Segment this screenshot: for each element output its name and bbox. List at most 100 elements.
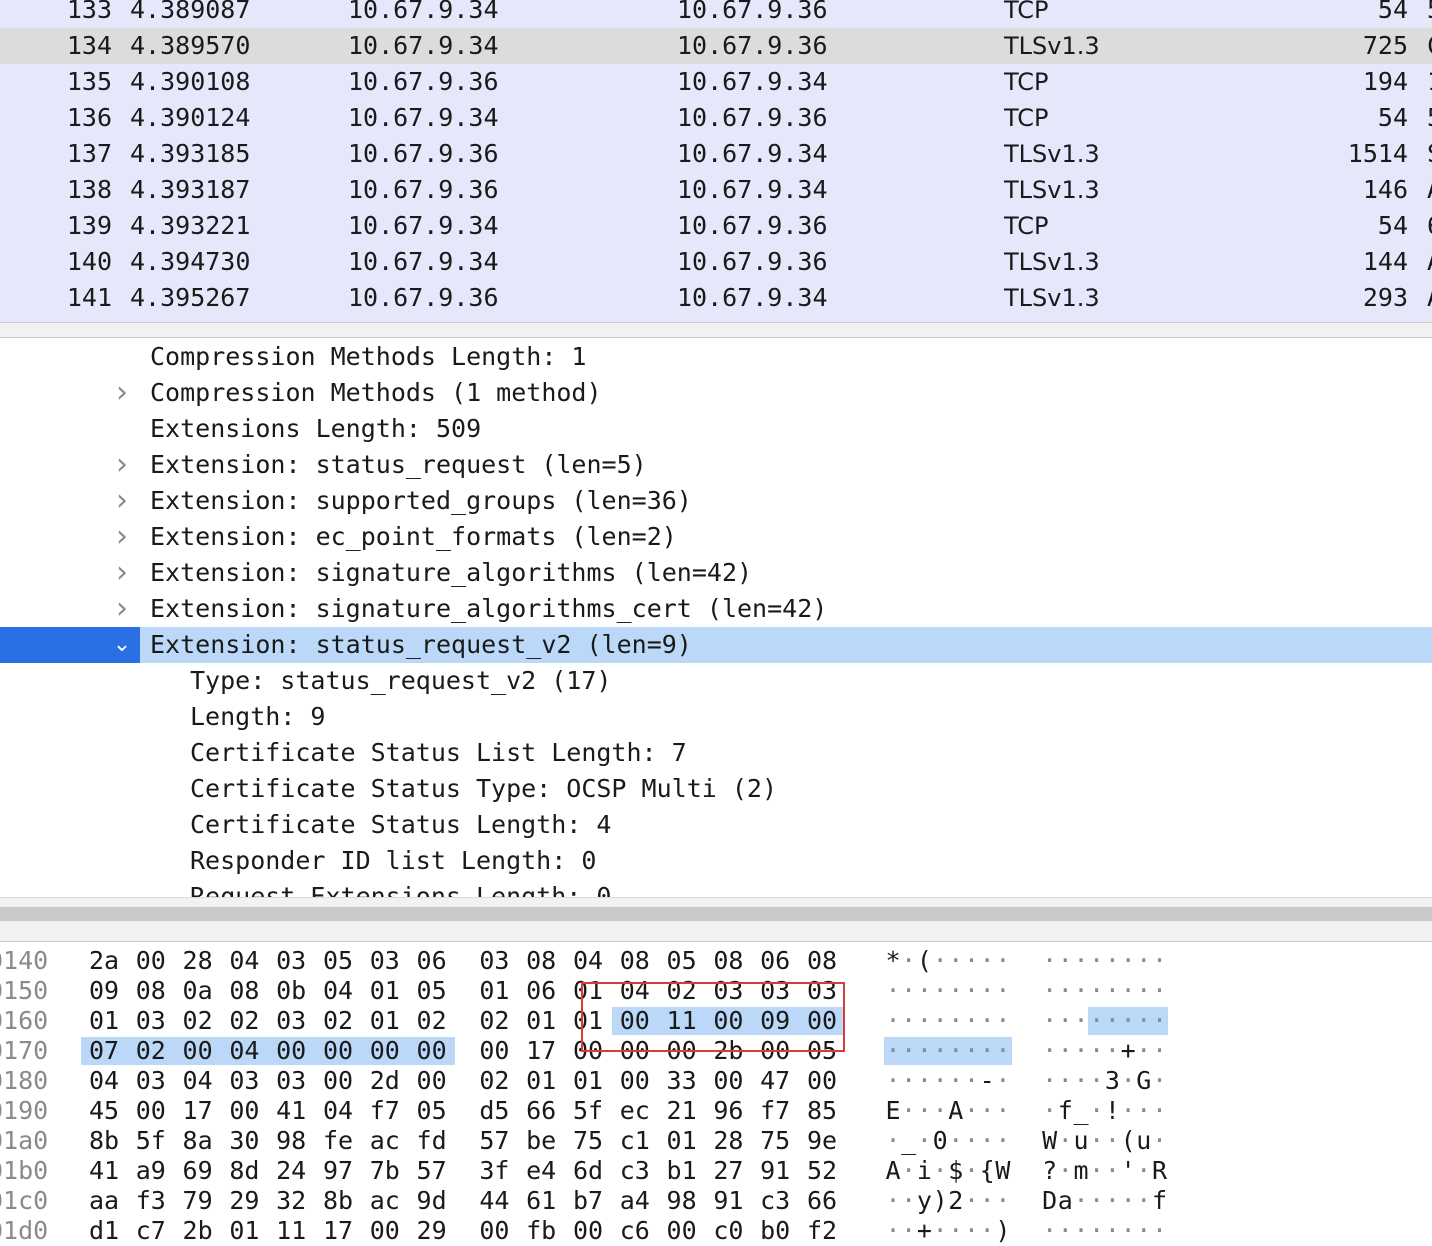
hex-byte[interactable]: c1 bbox=[619, 1126, 651, 1156]
hex-byte[interactable]: 8a bbox=[182, 1126, 214, 1156]
hex-byte[interactable]: 02 bbox=[135, 1036, 167, 1066]
hex-byte[interactable]: ec bbox=[619, 1096, 651, 1126]
hex-byte[interactable]: 00 bbox=[369, 1036, 401, 1066]
hex-byte[interactable]: 03 bbox=[275, 1066, 307, 1096]
hex-byte[interactable]: 33 bbox=[666, 1066, 698, 1096]
hex-byte[interactable]: 08 bbox=[228, 976, 260, 1006]
hex-byte[interactable]: 5f bbox=[135, 1126, 167, 1156]
hex-byte[interactable]: 91 bbox=[712, 1186, 744, 1216]
hex-byte[interactable]: 30 bbox=[228, 1126, 260, 1156]
hex-byte[interactable]: 08 bbox=[806, 946, 838, 976]
hex-byte[interactable]: 5f bbox=[572, 1096, 604, 1126]
hex-byte[interactable]: 61 bbox=[525, 1186, 557, 1216]
hex-byte[interactable]: 03 bbox=[275, 946, 307, 976]
packet-row[interactable]: 136 4.390124 10.67.9.34 10.67.9.36 TCP 54 5 bbox=[0, 100, 1432, 136]
hex-byte[interactable]: 00 bbox=[666, 1216, 698, 1246]
tree-item[interactable]: Certificate Status List Length: 7 bbox=[0, 735, 1432, 771]
tree-item[interactable]: Responder ID list Length: 0 bbox=[0, 843, 1432, 879]
tree-item[interactable]: › Extension: supported_groups (len=36) bbox=[0, 483, 1432, 519]
splitter-grip[interactable] bbox=[0, 907, 1432, 921]
hex-byte[interactable]: 04 bbox=[88, 1066, 120, 1096]
chevron-right-icon[interactable]: › bbox=[112, 483, 132, 519]
hex-byte[interactable]: 97 bbox=[322, 1156, 354, 1186]
hex-byte[interactable]: 04 bbox=[182, 1066, 214, 1096]
hex-byte[interactable]: 17 bbox=[182, 1096, 214, 1126]
hex-byte[interactable]: 02 bbox=[228, 1006, 260, 1036]
hex-byte[interactable]: 05 bbox=[416, 976, 448, 1006]
hex-byte[interactable]: fe bbox=[322, 1126, 354, 1156]
hex-byte[interactable]: 27 bbox=[712, 1156, 744, 1186]
hex-byte[interactable]: 96 bbox=[712, 1096, 744, 1126]
hex-byte[interactable]: 75 bbox=[759, 1126, 791, 1156]
tree-item[interactable]: Certificate Status Type: OCSP Multi (2) bbox=[0, 771, 1432, 807]
ascii-dump[interactable]: · · · · · · · · · · · · · · · · bbox=[885, 976, 1167, 1006]
hex-byte[interactable]: 01 bbox=[88, 1006, 120, 1036]
tree-item[interactable]: › Compression Methods (1 method) bbox=[0, 375, 1432, 411]
hex-byte[interactable]: 17 bbox=[322, 1216, 354, 1246]
hex-byte[interactable]: 00 bbox=[416, 1066, 448, 1096]
hex-byte[interactable]: 00 bbox=[135, 946, 167, 976]
hex-byte[interactable]: 41 bbox=[275, 1096, 307, 1126]
hex-byte[interactable]: 05 bbox=[322, 946, 354, 976]
hex-byte[interactable]: 02 bbox=[182, 1006, 214, 1036]
hex-byte[interactable]: 52 bbox=[806, 1156, 838, 1186]
hex-byte[interactable]: 24 bbox=[275, 1156, 307, 1186]
ascii-dump[interactable]: · · + · · · ·) · · · · · · · · bbox=[885, 1216, 1167, 1246]
hex-byte[interactable]: 00 bbox=[322, 1066, 354, 1096]
hex-byte[interactable]: 00 bbox=[478, 1036, 510, 1066]
hex-byte[interactable]: 07 bbox=[88, 1036, 120, 1066]
hex-byte[interactable]: 98 bbox=[666, 1186, 698, 1216]
hex-byte[interactable]: f7 bbox=[759, 1096, 791, 1126]
hex-byte[interactable]: 01 bbox=[572, 1066, 604, 1096]
hex-byte[interactable]: f7 bbox=[369, 1096, 401, 1126]
packet-details-tree[interactable]: Compression Methods Length: 1 › Compressio… bbox=[0, 339, 1432, 897]
hex-byte[interactable]: 2b bbox=[182, 1216, 214, 1246]
hex-byte[interactable]: 02 bbox=[322, 1006, 354, 1036]
hex-byte[interactable]: 00 bbox=[806, 1066, 838, 1096]
hex-byte[interactable]: 17 bbox=[525, 1036, 557, 1066]
hex-byte[interactable]: 7b bbox=[369, 1156, 401, 1186]
hex-byte[interactable]: 08 bbox=[525, 946, 557, 976]
hex-byte[interactable]: 00 bbox=[619, 1066, 651, 1096]
ascii-dump[interactable]: E · · · A · · · · f _ ·! · · · bbox=[885, 1096, 1167, 1126]
ascii-dump[interactable]: · _ · 0 · · · · W · u · ·(u · bbox=[885, 1126, 1167, 1156]
hex-byte[interactable]: 32 bbox=[275, 1186, 307, 1216]
hex-byte[interactable]: f3 bbox=[135, 1186, 167, 1216]
chevron-right-icon[interactable]: › bbox=[112, 555, 132, 591]
hex-byte[interactable]: d5 bbox=[478, 1096, 510, 1126]
tree-item[interactable]: Certificate Status Length: 4 bbox=[0, 807, 1432, 843]
packet-row[interactable]: 134 4.389570 10.67.9.34 10.67.9.36 TLSv1.3 72… bbox=[0, 28, 1432, 64]
hex-byte[interactable]: 02 bbox=[478, 1006, 510, 1036]
hex-byte[interactable]: c6 bbox=[619, 1216, 651, 1246]
hex-byte[interactable]: 03 bbox=[478, 946, 510, 976]
hex-byte[interactable]: a9 bbox=[135, 1156, 167, 1186]
hex-byte[interactable]: 03 bbox=[135, 1006, 167, 1036]
tree-item[interactable]: ⌄ Extension: status_request_v2 (len=9) bbox=[0, 627, 1432, 663]
hex-byte[interactable]: 03 bbox=[369, 946, 401, 976]
hex-byte[interactable]: f2 bbox=[806, 1216, 838, 1246]
hex-byte[interactable]: 00 bbox=[572, 1216, 604, 1246]
hex-byte[interactable]: 0a bbox=[182, 976, 214, 1006]
tree-item[interactable]: Request Extensions Length: 0 bbox=[0, 879, 1432, 897]
hex-byte[interactable]: 0b bbox=[275, 976, 307, 1006]
hex-byte[interactable]: b7 bbox=[572, 1186, 604, 1216]
hex-byte[interactable]: 00 bbox=[478, 1216, 510, 1246]
packet-list[interactable]: 133 4.389087 10.67.9.34 10.67.9.36 TCP 54 5 134… bbox=[0, 0, 1432, 322]
ascii-dump[interactable]: · · · · · · · · · · · · · + · · bbox=[884, 1036, 1167, 1066]
hex-byte[interactable]: 21 bbox=[666, 1096, 698, 1126]
hex-byte[interactable]: 28 bbox=[182, 946, 214, 976]
packet-row[interactable]: 135 4.390108 10.67.9.36 10.67.9.34 TCP 194 1 bbox=[0, 64, 1432, 100]
hex-byte[interactable]: 8b bbox=[88, 1126, 120, 1156]
hex-byte[interactable]: 00 bbox=[135, 1096, 167, 1126]
hex-byte[interactable]: c0 bbox=[712, 1216, 744, 1246]
hex-byte[interactable]: 57 bbox=[478, 1126, 510, 1156]
hex-byte[interactable]: 04 bbox=[322, 976, 354, 1006]
chevron-right-icon[interactable]: › bbox=[112, 591, 132, 627]
hex-byte[interactable]: 02 bbox=[416, 1006, 448, 1036]
hex-byte[interactable]: c7 bbox=[135, 1216, 167, 1246]
hex-byte[interactable]: 01 bbox=[666, 1126, 698, 1156]
hex-byte[interactable]: 57 bbox=[416, 1156, 448, 1186]
hex-byte[interactable]: 00 bbox=[712, 1066, 744, 1096]
tree-item[interactable]: › Extension: ec_point_formats (len=2) bbox=[0, 519, 1432, 555]
hex-byte[interactable]: e4 bbox=[525, 1156, 557, 1186]
